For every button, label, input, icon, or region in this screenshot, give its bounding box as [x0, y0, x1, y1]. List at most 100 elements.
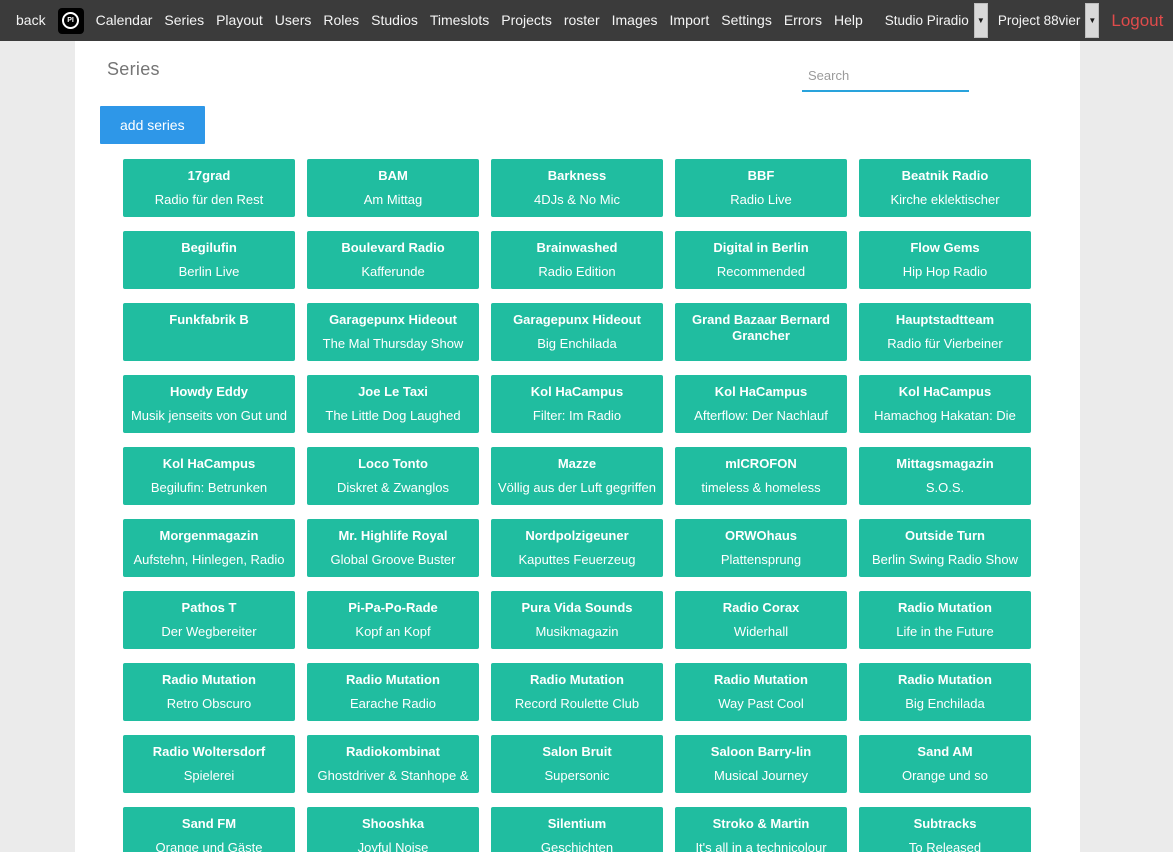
series-card-title: Kol HaCampus — [681, 384, 841, 400]
nav-link-settings[interactable]: Settings — [715, 0, 778, 41]
series-card[interactable]: Hauptstadtteam Radio für Vierbeiner — [859, 303, 1031, 361]
project-dropdown-button[interactable]: ▼ — [1085, 3, 1099, 38]
series-card[interactable]: Radio Corax Widerhall — [675, 591, 847, 649]
series-card[interactable]: Radio Mutation Way Past Cool — [675, 663, 847, 721]
series-card[interactable]: Silentium Geschichten — [491, 807, 663, 852]
series-card-title: Radio Mutation — [497, 672, 657, 688]
series-card-title: ORWOhaus — [681, 528, 841, 544]
series-card[interactable]: Shooshka Joyful Noise — [307, 807, 479, 852]
studio-select-label[interactable]: Studio Piradio — [879, 13, 971, 28]
series-card[interactable]: Radio Mutation Big Enchilada — [859, 663, 1031, 721]
series-card-subtitle: Supersonic — [497, 768, 657, 783]
series-card[interactable]: Funkfabrik B — [123, 303, 295, 361]
chevron-down-icon: ▼ — [977, 17, 985, 25]
series-card[interactable]: Radio Mutation Earache Radio — [307, 663, 479, 721]
series-card[interactable]: Brainwashed Radio Edition — [491, 231, 663, 289]
series-card[interactable]: Grand Bazaar Bernard Grancher — [675, 303, 847, 361]
series-card[interactable]: Kol HaCampus Begilufin: Betrunken — [123, 447, 295, 505]
series-card[interactable]: Kol HaCampus Filter: Im Radio — [491, 375, 663, 433]
series-card[interactable]: Radio Mutation Life in the Future — [859, 591, 1031, 649]
nav-link-import[interactable]: Import — [664, 0, 716, 41]
series-card[interactable]: mICROFON timeless & homeless — [675, 447, 847, 505]
series-card[interactable]: Kol HaCampus Afterflow: Der Nachlauf — [675, 375, 847, 433]
series-card[interactable]: Radio Woltersdorf Spielerei — [123, 735, 295, 793]
series-card[interactable]: ORWOhaus Plattensprung — [675, 519, 847, 577]
series-card[interactable]: Pi-Pa-Po-Rade Kopf an Kopf — [307, 591, 479, 649]
search-input[interactable] — [802, 62, 969, 92]
nav-link-images[interactable]: Images — [606, 0, 664, 41]
series-card[interactable]: Mittagsmagazin S.O.S. — [859, 447, 1031, 505]
series-card[interactable]: Kol HaCampus Hamachog Hakatan: Die — [859, 375, 1031, 433]
piradio-logo[interactable]: PI — [58, 8, 84, 34]
series-card-subtitle: Musical Journey — [681, 768, 841, 783]
series-card-subtitle: timeless & homeless — [681, 480, 841, 495]
series-card-subtitle: Earache Radio — [313, 696, 473, 711]
series-card[interactable]: BBF Radio Live — [675, 159, 847, 217]
series-card-subtitle: Hip Hop Radio — [865, 264, 1025, 279]
chevron-down-icon: ▼ — [1088, 17, 1096, 25]
series-card-title: Radio Corax — [681, 600, 841, 616]
series-card[interactable]: Begilufin Berlin Live — [123, 231, 295, 289]
series-card[interactable]: Pura Vida Sounds Musikmagazin — [491, 591, 663, 649]
series-card[interactable]: Beatnik Radio Kirche eklektischer — [859, 159, 1031, 217]
series-card[interactable]: Barkness 4DJs & No Mic — [491, 159, 663, 217]
series-card-title: Joe Le Taxi — [313, 384, 473, 400]
nav-link-timeslots[interactable]: Timeslots — [424, 0, 495, 41]
series-card-title: Radiokombinat — [313, 744, 473, 760]
series-card[interactable]: Morgenmagazin Aufstehn, Hinlegen, Radio — [123, 519, 295, 577]
series-card[interactable]: Boulevard Radio Kafferunde — [307, 231, 479, 289]
series-card[interactable]: Flow Gems Hip Hop Radio — [859, 231, 1031, 289]
nav-link-calendar[interactable]: Calendar — [90, 0, 159, 41]
series-card[interactable]: Salon Bruit Supersonic — [491, 735, 663, 793]
series-card-title: Mr. Highlife Royal — [313, 528, 473, 544]
series-card-title: Kol HaCampus — [497, 384, 657, 400]
series-card-title: Radio Mutation — [865, 672, 1025, 688]
series-card-title: Radio Mutation — [681, 672, 841, 688]
series-card[interactable]: Pathos T Der Wegbereiter — [123, 591, 295, 649]
series-card-subtitle: Record Roulette Club — [497, 696, 657, 711]
series-card-title: Sand FM — [129, 816, 289, 832]
series-card[interactable]: Mr. Highlife Royal Global Groove Buster — [307, 519, 479, 577]
series-card-title: Pura Vida Sounds — [497, 600, 657, 616]
logout-link[interactable]: Logout — [1103, 11, 1171, 31]
project-select-label[interactable]: Project 88vier — [992, 13, 1083, 28]
nav-link-studios[interactable]: Studios — [365, 0, 424, 41]
studio-dropdown-button[interactable]: ▼ — [974, 3, 988, 38]
series-card[interactable]: Nordpolzigeuner Kaputtes Feuerzeug — [491, 519, 663, 577]
series-card-subtitle: Diskret & Zwanglos — [313, 480, 473, 495]
nav-link-roles[interactable]: Roles — [317, 0, 365, 41]
series-card[interactable]: Joe Le Taxi The Little Dog Laughed — [307, 375, 479, 433]
series-card[interactable]: Stroko & Martin It's all in a technicolo… — [675, 807, 847, 852]
nav-link-help[interactable]: Help — [828, 0, 869, 41]
series-card[interactable]: Mazze Völlig aus der Luft gegriffen — [491, 447, 663, 505]
add-series-button[interactable]: add series — [100, 106, 205, 144]
series-card[interactable]: Garagepunx Hideout Big Enchilada — [491, 303, 663, 361]
series-card-subtitle: Afterflow: Der Nachlauf — [681, 408, 841, 423]
back-link[interactable]: back — [10, 0, 52, 41]
series-card[interactable]: Sand FM Orange und Gäste — [123, 807, 295, 852]
series-card[interactable]: Howdy Eddy Musik jenseits von Gut und — [123, 375, 295, 433]
series-card[interactable]: Subtracks To Released — [859, 807, 1031, 852]
nav-link-projects[interactable]: Projects — [495, 0, 558, 41]
series-card[interactable]: Digital in Berlin Recommended — [675, 231, 847, 289]
series-card[interactable]: Sand AM Orange und so — [859, 735, 1031, 793]
series-card[interactable]: Loco Tonto Diskret & Zwanglos — [307, 447, 479, 505]
series-card[interactable]: Radiokombinat Ghostdriver & Stanhope & — [307, 735, 479, 793]
series-card[interactable]: Radio Mutation Record Roulette Club — [491, 663, 663, 721]
series-card[interactable]: 17grad Radio für den Rest — [123, 159, 295, 217]
nav-links: CalendarSeriesPlayoutUsersRolesStudiosTi… — [90, 0, 869, 41]
nav-link-series[interactable]: Series — [158, 0, 210, 41]
series-card-title: 17grad — [129, 168, 289, 184]
series-card[interactable]: Saloon Barry-lin Musical Journey — [675, 735, 847, 793]
series-card[interactable]: BAM Am Mittag — [307, 159, 479, 217]
series-card-subtitle: 4DJs & No Mic — [497, 192, 657, 207]
nav-link-playout[interactable]: Playout — [210, 0, 269, 41]
series-card[interactable]: Outside Turn Berlin Swing Radio Show — [859, 519, 1031, 577]
series-card[interactable]: Garagepunx Hideout The Mal Thursday Show — [307, 303, 479, 361]
series-card-title: Digital in Berlin — [681, 240, 841, 256]
series-card[interactable]: Radio Mutation Retro Obscuro — [123, 663, 295, 721]
nav-link-roster[interactable]: roster — [558, 0, 606, 41]
nav-link-users[interactable]: Users — [269, 0, 318, 41]
nav-link-errors[interactable]: Errors — [778, 0, 828, 41]
series-card-subtitle: Radio Edition — [497, 264, 657, 279]
